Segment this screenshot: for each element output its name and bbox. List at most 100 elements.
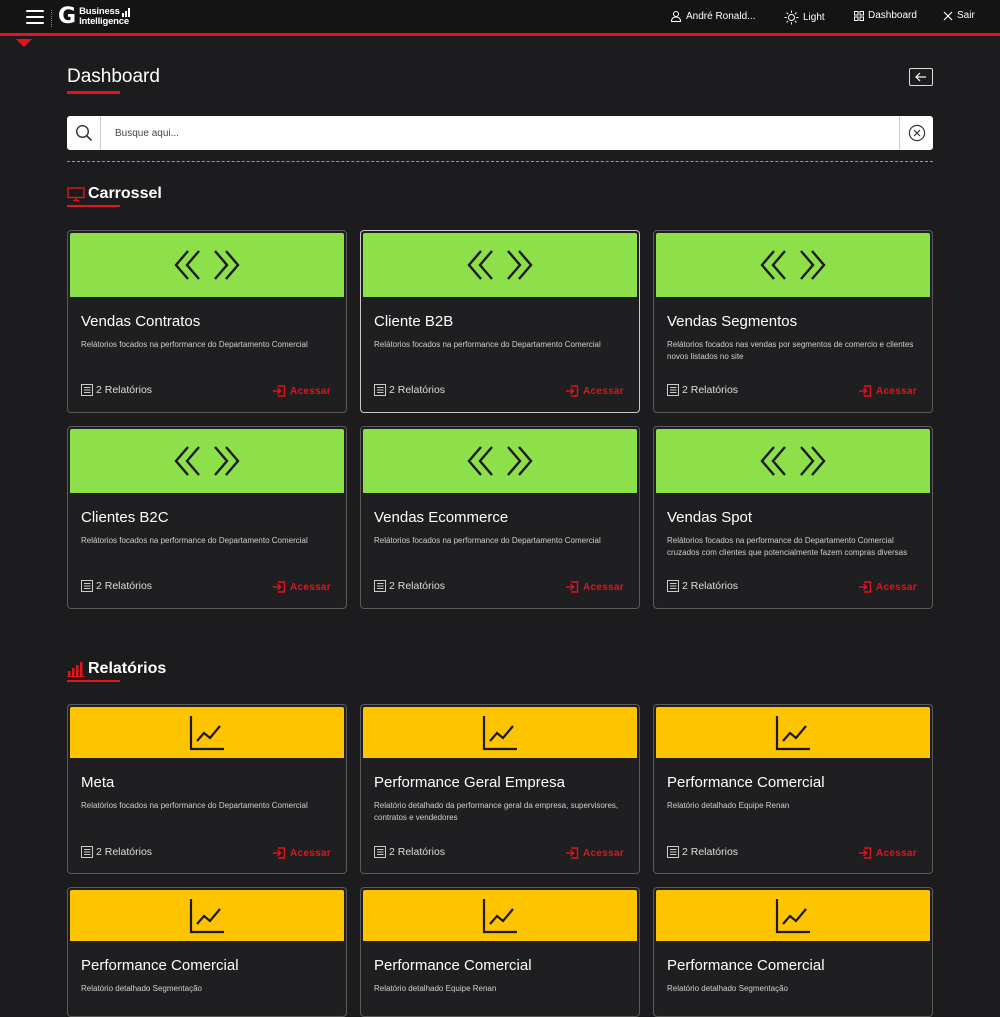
sign-in-icon bbox=[272, 581, 286, 593]
page-title: Dashboard bbox=[67, 66, 160, 87]
card-description: Relatório detalhado da performance geral… bbox=[374, 801, 619, 822]
card-banner bbox=[656, 890, 930, 941]
line-chart-icon bbox=[189, 715, 224, 750]
back-button[interactable] bbox=[909, 68, 933, 86]
user-icon bbox=[670, 11, 682, 22]
card-report-count-label: 2 Relatórios bbox=[682, 384, 739, 396]
card-report-count: 2 Relatórios bbox=[81, 846, 152, 858]
card-access-button[interactable]: Acessar bbox=[858, 385, 917, 397]
double-chevron-icon bbox=[467, 250, 533, 280]
user-menu[interactable]: André Ronald... bbox=[670, 10, 756, 22]
double-chevron-icon bbox=[760, 446, 826, 476]
card-banner bbox=[656, 429, 930, 493]
card-title: Cliente B2B bbox=[374, 313, 454, 330]
card-report-count: 2 Relatórios bbox=[667, 580, 738, 592]
card-title: Vendas Segmentos bbox=[667, 313, 798, 330]
report-card[interactable]: Performance Comercial Relatório detalhado… bbox=[67, 887, 347, 1017]
card-description: Relátorios focados nas vendas por segmen… bbox=[667, 340, 914, 361]
logo-text: Business Intelligence bbox=[79, 7, 131, 27]
theme-toggle[interactable]: Light bbox=[784, 10, 825, 25]
line-chart-icon bbox=[775, 715, 810, 750]
exit-label: Sair bbox=[957, 10, 975, 21]
dashboard-link[interactable]: Dashboard bbox=[854, 10, 917, 21]
list-icon bbox=[667, 580, 679, 592]
app-logo[interactable]: G Business Intelligence bbox=[58, 6, 131, 28]
card-access-label: Acessar bbox=[582, 581, 624, 593]
card-title: Performance Geral Empresa bbox=[374, 774, 565, 791]
top-navbar: G Business Intelligence André Ronald... … bbox=[0, 0, 1000, 36]
card-access-button[interactable]: Acessar bbox=[272, 581, 331, 593]
card-access-button[interactable]: Acessar bbox=[858, 581, 917, 593]
section-title-carousel: Carrossel bbox=[67, 185, 162, 203]
exit-button[interactable]: Sair bbox=[943, 10, 975, 21]
card-access-label: Acessar bbox=[582, 847, 624, 859]
card-report-count: 2 Relatórios bbox=[667, 384, 738, 396]
card-access-label: Acessar bbox=[289, 385, 331, 397]
card-report-count-label: 2 Relatórios bbox=[389, 580, 446, 592]
logo-line-2: Intelligence bbox=[79, 16, 129, 27]
report-card[interactable]: Performance Comercial Relatório detalhado… bbox=[653, 887, 933, 1017]
report-card[interactable]: Performance Geral Empresa Relatório detal… bbox=[360, 704, 640, 874]
card-access-label: Acessar bbox=[289, 581, 331, 593]
sign-in-icon bbox=[858, 385, 872, 397]
monitor-icon bbox=[67, 187, 85, 202]
search-input[interactable] bbox=[101, 118, 899, 148]
list-icon bbox=[667, 846, 679, 858]
card-title: Vendas Contratos bbox=[81, 313, 201, 330]
card-report-count-label: 2 Relatórios bbox=[96, 846, 153, 858]
card-title: Performance Comercial bbox=[667, 774, 825, 791]
dashboard-label: Dashboard bbox=[868, 10, 917, 21]
card-access-button[interactable]: Acessar bbox=[272, 847, 331, 859]
card-description: Relatório detalhado Segmentação bbox=[667, 984, 788, 993]
card-access-button[interactable]: Acessar bbox=[565, 385, 624, 397]
card-banner bbox=[70, 233, 344, 297]
card-banner bbox=[70, 890, 344, 941]
line-chart-icon bbox=[775, 898, 810, 933]
report-card[interactable]: Vendas Spot Relátorios focados na perform… bbox=[653, 426, 933, 609]
section-title-reports: Relatórios bbox=[67, 660, 166, 678]
card-access-button[interactable]: Acessar bbox=[858, 847, 917, 859]
report-card[interactable]: Vendas Contratos Relátorios focados na pe… bbox=[67, 230, 347, 413]
card-title: Vendas Ecommerce bbox=[374, 509, 509, 526]
report-card[interactable]: Cliente B2B Relátorios focados na perform… bbox=[360, 230, 640, 413]
bar-chart-icon bbox=[67, 662, 85, 677]
sign-in-icon bbox=[272, 847, 286, 859]
search-button[interactable] bbox=[67, 116, 101, 150]
theme-label: Light bbox=[803, 12, 825, 23]
list-icon bbox=[374, 846, 386, 858]
report-card[interactable]: Vendas Ecommerce Relátorios focados na pe… bbox=[360, 426, 640, 609]
card-report-count: 2 Relatórios bbox=[81, 384, 152, 396]
report-card[interactable]: Meta Relatórios focados na performance do… bbox=[67, 704, 347, 874]
card-description: Relátorios focados na performance do Dep… bbox=[81, 536, 308, 545]
clear-search-button[interactable] bbox=[899, 116, 933, 150]
card-access-button[interactable]: Acessar bbox=[565, 847, 624, 859]
card-report-count-label: 2 Relatórios bbox=[682, 580, 739, 592]
hamburger-menu-icon[interactable] bbox=[26, 10, 44, 26]
card-report-count: 2 Relatórios bbox=[374, 580, 445, 592]
card-description: Relátorios focados na performance do Dep… bbox=[667, 536, 908, 557]
sign-in-icon bbox=[565, 847, 579, 859]
card-access-button[interactable]: Acessar bbox=[565, 581, 624, 593]
report-card[interactable]: Performance Comercial Relatório detalhado… bbox=[360, 887, 640, 1017]
line-chart-icon bbox=[482, 898, 517, 933]
card-banner bbox=[363, 429, 637, 493]
card-access-button[interactable]: Acessar bbox=[272, 385, 331, 397]
card-description: Relatórios focados na performance do Dep… bbox=[81, 801, 308, 810]
report-card[interactable]: Performance Comercial Relatório detalhado… bbox=[653, 704, 933, 874]
line-chart-icon bbox=[189, 898, 224, 933]
search-bar bbox=[67, 116, 933, 150]
card-access-label: Acessar bbox=[875, 385, 917, 397]
card-access-label: Acessar bbox=[289, 847, 331, 859]
card-title: Clientes B2C bbox=[81, 509, 169, 526]
card-report-count: 2 Relatórios bbox=[374, 846, 445, 858]
card-title: Meta bbox=[81, 774, 115, 791]
card-description: Relatório detalhado Equipe Renan bbox=[374, 984, 497, 993]
user-name: André Ronald... bbox=[686, 10, 756, 22]
list-icon bbox=[667, 384, 679, 396]
card-report-count-label: 2 Relatórios bbox=[389, 384, 446, 396]
card-banner bbox=[363, 707, 637, 758]
double-chevron-icon bbox=[174, 446, 240, 476]
report-card[interactable]: Clientes B2C Relátorios focados na perfor… bbox=[67, 426, 347, 609]
card-description: Relátorios focados na performance do Dep… bbox=[374, 340, 601, 349]
report-card[interactable]: Vendas Segmentos Relátorios focados nas v… bbox=[653, 230, 933, 413]
